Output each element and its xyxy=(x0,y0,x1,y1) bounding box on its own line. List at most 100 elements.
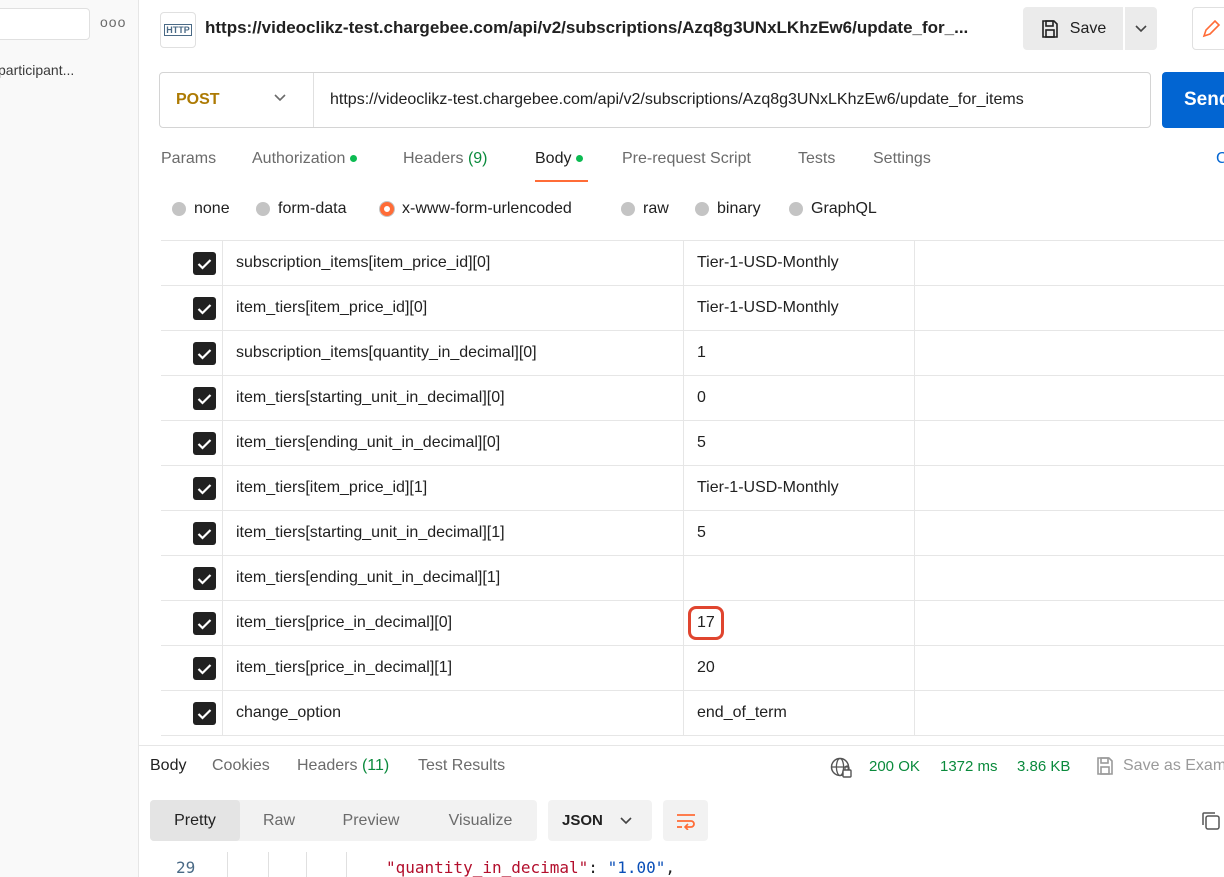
status-code[interactable]: 200 OK xyxy=(869,758,920,775)
network-globe-icon[interactable] xyxy=(829,756,853,785)
json-separator: : xyxy=(588,858,608,877)
checkbox-checked[interactable] xyxy=(193,522,216,545)
param-key-cell[interactable]: change_option xyxy=(223,691,684,736)
param-value-cell[interactable]: 1 xyxy=(684,331,915,376)
param-description-cell[interactable] xyxy=(915,511,1224,556)
tab-body[interactable]: Body xyxy=(535,150,584,168)
json-value: "1.00" xyxy=(607,858,666,877)
radio-circle-selected xyxy=(380,202,394,216)
radio-circle xyxy=(172,202,186,216)
response-divider[interactable] xyxy=(138,745,1224,746)
response-tab-test-results[interactable]: Test Results xyxy=(418,757,505,775)
url-input[interactable]: https://videoclikz-test.chargebee.com/ap… xyxy=(330,91,1024,109)
method-select[interactable]: POST xyxy=(160,73,314,127)
tab-params[interactable]: Params xyxy=(161,150,216,168)
tab-authorization[interactable]: Authorization xyxy=(252,150,358,168)
wrap-lines-button[interactable] xyxy=(663,800,708,841)
json-key: "quantity_in_decimal" xyxy=(386,858,589,877)
checkmark-icon xyxy=(197,303,212,315)
checkbox-checked[interactable] xyxy=(193,252,216,275)
checkbox-checked[interactable] xyxy=(193,612,216,635)
param-key-cell[interactable]: item_tiers[price_in_decimal][0] xyxy=(223,601,684,646)
view-pretty[interactable]: Pretty xyxy=(150,800,240,841)
save-dropdown-button[interactable] xyxy=(1125,7,1157,50)
checkbox-checked[interactable] xyxy=(193,702,216,725)
response-tab-cookies[interactable]: Cookies xyxy=(212,757,270,775)
table-row: item_tiers[starting_unit_in_decimal][0] … xyxy=(161,376,1224,421)
param-value-cell[interactable]: Tier-1-USD-Monthly xyxy=(684,241,915,286)
param-value-cell[interactable] xyxy=(684,556,915,601)
checkmark-icon xyxy=(197,348,212,360)
param-description-cell[interactable] xyxy=(915,466,1224,511)
param-key-cell[interactable]: item_tiers[ending_unit_in_decimal][1] xyxy=(223,556,684,601)
save-button[interactable]: Save xyxy=(1023,7,1123,50)
radio-circle xyxy=(695,202,709,216)
param-value-cell[interactable]: 20 xyxy=(684,646,915,691)
response-tab-body[interactable]: Body xyxy=(150,757,186,775)
response-size[interactable]: 3.86 KB xyxy=(1017,758,1070,775)
response-time[interactable]: 1372 ms xyxy=(940,758,998,775)
checkbox-checked[interactable] xyxy=(193,297,216,320)
param-key-cell[interactable]: item_tiers[starting_unit_in_decimal][0] xyxy=(223,376,684,421)
checkbox-checked[interactable] xyxy=(193,477,216,500)
tab-prerequest-script[interactable]: Pre-request Script xyxy=(622,150,751,168)
http-badge-label: HTTP xyxy=(164,24,192,36)
param-key-cell[interactable]: item_tiers[ending_unit_in_decimal][0] xyxy=(223,421,684,466)
radio-x-www-form-urlencoded[interactable]: x-www-form-urlencoded xyxy=(380,200,572,218)
edit-button[interactable] xyxy=(1192,7,1224,50)
save-label: Save xyxy=(1069,19,1107,37)
param-description-cell[interactable] xyxy=(915,691,1224,736)
response-headers-label: Headers xyxy=(297,757,358,774)
request-title[interactable]: https://videoclikz-test.chargebee.com/ap… xyxy=(205,18,968,38)
param-description-cell[interactable] xyxy=(915,331,1224,376)
param-value-cell[interactable]: Tier-1-USD-Monthly xyxy=(684,466,915,511)
checkbox-checked[interactable] xyxy=(193,657,216,680)
response-format-select[interactable]: JSON xyxy=(548,800,652,841)
radio-raw[interactable]: raw xyxy=(621,200,669,218)
param-description-cell[interactable] xyxy=(915,601,1224,646)
save-as-example-button[interactable]: Save as Example xyxy=(1095,756,1224,776)
param-value-cell[interactable]: end_of_term xyxy=(684,691,915,736)
param-value-cell[interactable]: 0 xyxy=(684,376,915,421)
radio-none[interactable]: none xyxy=(172,200,230,218)
param-key-cell[interactable]: subscription_items[item_price_id][0] xyxy=(223,241,684,286)
radio-binary[interactable]: binary xyxy=(695,200,761,218)
view-raw[interactable]: Raw xyxy=(240,800,318,841)
view-visualize[interactable]: Visualize xyxy=(424,800,537,841)
view-preview[interactable]: Preview xyxy=(318,800,424,841)
checkmark-icon xyxy=(197,258,212,270)
sidebar-search-input[interactable] xyxy=(0,8,90,40)
param-key-cell[interactable]: item_tiers[item_price_id][0] xyxy=(223,286,684,331)
param-description-cell[interactable] xyxy=(915,241,1224,286)
param-key-cell[interactable]: item_tiers[starting_unit_in_decimal][1] xyxy=(223,511,684,556)
param-key-cell[interactable]: subscription_items[quantity_in_decimal][… xyxy=(223,331,684,376)
sidebar-request-item[interactable]: participant... xyxy=(0,62,74,78)
checkbox-checked[interactable] xyxy=(193,432,216,455)
tab-settings[interactable]: Settings xyxy=(873,150,931,168)
radio-form-data[interactable]: form-data xyxy=(256,200,346,218)
param-description-cell[interactable] xyxy=(915,556,1224,601)
param-key-cell[interactable]: item_tiers[price_in_decimal][1] xyxy=(223,646,684,691)
param-description-cell[interactable] xyxy=(915,286,1224,331)
method-label: POST xyxy=(176,91,220,108)
param-description-cell[interactable] xyxy=(915,376,1224,421)
response-tab-headers[interactable]: Headers (11) xyxy=(297,757,389,775)
checkbox-checked[interactable] xyxy=(193,387,216,410)
radio-label: x-www-form-urlencoded xyxy=(402,200,572,217)
radio-graphql[interactable]: GraphQL xyxy=(789,200,877,218)
cookies-link[interactable]: Cookies xyxy=(1216,150,1224,168)
copy-icon[interactable] xyxy=(1200,810,1222,837)
checkbox-checked[interactable] xyxy=(193,567,216,590)
param-description-cell[interactable] xyxy=(915,421,1224,466)
param-value-cell[interactable]: 5 xyxy=(684,421,915,466)
param-description-cell[interactable] xyxy=(915,646,1224,691)
param-value-cell[interactable]: 5 xyxy=(684,511,915,556)
param-value-cell[interactable]: Tier-1-USD-Monthly xyxy=(684,286,915,331)
row-enable-cell xyxy=(161,646,223,691)
send-button[interactable]: Send xyxy=(1162,72,1224,128)
tab-tests[interactable]: Tests xyxy=(798,150,835,168)
checkbox-checked[interactable] xyxy=(193,342,216,365)
more-options-icon[interactable]: ooo xyxy=(100,14,126,30)
param-key-cell[interactable]: item_tiers[item_price_id][1] xyxy=(223,466,684,511)
tab-headers[interactable]: Headers (9) xyxy=(403,150,488,168)
